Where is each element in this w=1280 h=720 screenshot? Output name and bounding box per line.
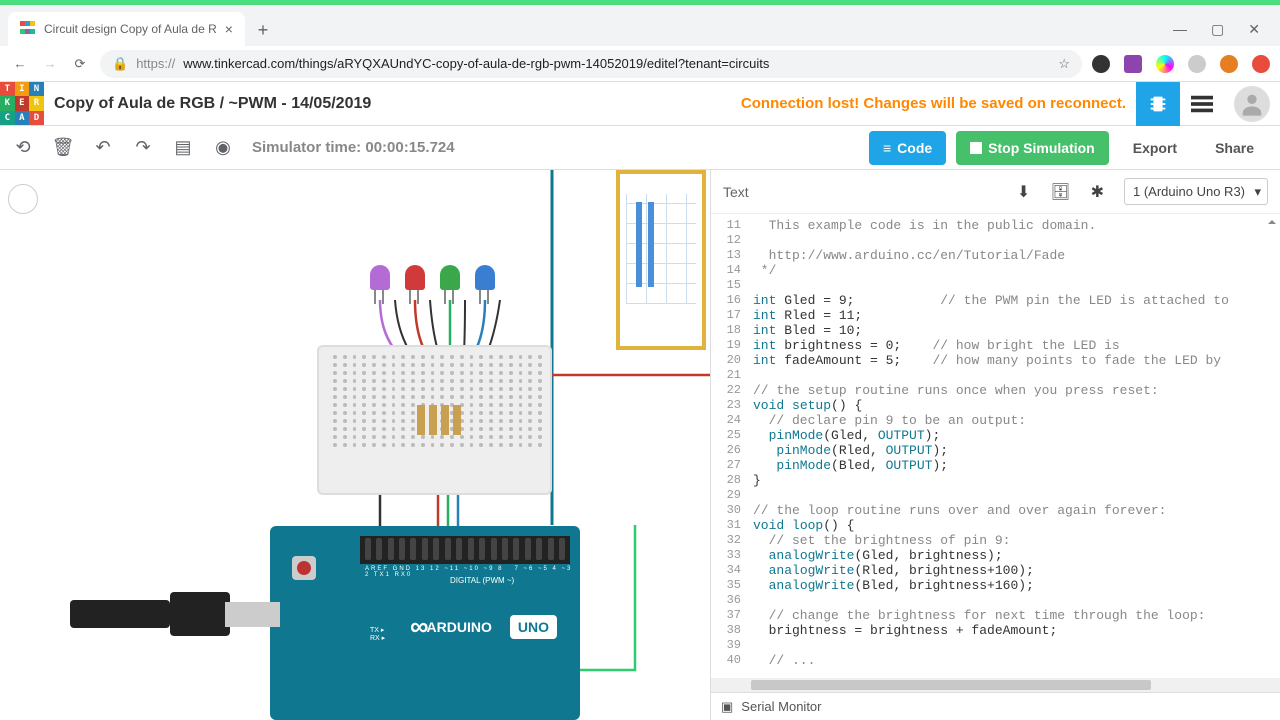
simulator-time: Simulator time: 00:00:15.724 [252, 139, 455, 156]
tab-close-icon[interactable]: × [225, 21, 233, 37]
profile-avatar-icon[interactable] [1220, 55, 1238, 73]
code-content[interactable]: This example code is in the public domai… [747, 214, 1280, 678]
arduino-uno-component[interactable]: AREF GND 13 12 ~11 ~10 ~9 8 7 ~6 ~5 4 ~3… [270, 526, 580, 720]
editor-hscrollbar[interactable] [711, 678, 1280, 692]
zoom-fit-button[interactable] [8, 184, 38, 214]
debugger-icon[interactable]: ✱ [1091, 182, 1104, 202]
code-button[interactable]: ≡ Code [869, 131, 946, 165]
tinkercad-logo-icon[interactable]: TIN KER CAD [0, 82, 44, 126]
lock-icon: 🔒 [112, 56, 128, 72]
chip-icon [1147, 93, 1169, 115]
usb-cable-component[interactable] [70, 592, 270, 636]
share-button[interactable]: Share [1201, 131, 1268, 165]
code-panel: Text ⬇ 🗄 ✱ 1 (Arduino Uno R3) 1112131415… [710, 170, 1280, 720]
editor-toolbar: ⟲ 🗑 ↶ ↷ ▤ ◉ Simulator time: 00:00:15.724… [0, 126, 1280, 170]
extension-icon[interactable] [1252, 55, 1270, 73]
led-component[interactable] [475, 265, 495, 290]
window-minimize-icon[interactable]: — [1173, 21, 1187, 37]
arduino-reset-button[interactable] [292, 556, 316, 580]
app-header: TIN KER CAD Copy of Aula de RGB / ~PWM -… [0, 82, 1280, 126]
extension-icon[interactable] [1124, 55, 1142, 73]
extension-icon[interactable] [1156, 55, 1174, 73]
list-view-button[interactable] [1180, 82, 1224, 126]
nav-forward-icon[interactable]: → [40, 54, 60, 74]
extension-icons [1092, 55, 1270, 73]
oscilloscope-component[interactable] [616, 170, 706, 350]
browser-tab-bar: Circuit design Copy of Aula de R × + — ▢… [0, 5, 1280, 46]
window-close-icon[interactable]: ✕ [1248, 21, 1260, 38]
circuit-canvas[interactable]: AREF GND 13 12 ~11 ~10 ~9 8 7 ~6 ~5 4 ~3… [0, 170, 710, 720]
resistor-component[interactable] [417, 405, 425, 435]
download-code-icon[interactable]: ⬇ [1017, 182, 1030, 202]
connection-warning: Connection lost! Changes will be saved o… [741, 95, 1126, 112]
new-tab-button[interactable]: + [249, 16, 277, 44]
redo-icon[interactable]: ↷ [132, 137, 154, 158]
breadboard-component[interactable] [317, 345, 552, 495]
user-avatar[interactable] [1234, 86, 1270, 122]
stop-icon [970, 142, 982, 154]
extension-icon[interactable] [1092, 55, 1110, 73]
code-panel-toolbar: Text ⬇ 🗄 ✱ 1 (Arduino Uno R3) [711, 170, 1280, 214]
notes-tool-icon[interactable]: ▤ [172, 137, 194, 158]
oscilloscope-screen [626, 194, 696, 304]
list-icon [1191, 95, 1213, 113]
components-panel-button[interactable] [1136, 82, 1180, 126]
arduino-logo: ∞ ARDUINO UNO [410, 611, 557, 642]
stop-simulation-button[interactable]: Stop Simulation [956, 131, 1109, 165]
led-component[interactable] [405, 265, 425, 290]
editor-vscrollbar[interactable] [1268, 216, 1280, 678]
window-maximize-icon[interactable]: ▢ [1211, 21, 1224, 38]
person-icon [1238, 90, 1266, 118]
led-component[interactable] [440, 265, 460, 290]
url-input[interactable]: 🔒 https://www.tinkercad.com/things/aRYQX… [100, 50, 1082, 78]
browser-address-bar: ← → ⟳ 🔒 https://www.tinkercad.com/things… [0, 46, 1280, 82]
line-number-gutter: 1112131415161718192021222324252627282930… [711, 214, 747, 678]
led-component[interactable] [370, 265, 390, 290]
export-button[interactable]: Export [1119, 131, 1191, 165]
design-title[interactable]: Copy of Aula de RGB / ~PWM - 14/05/2019 [54, 95, 371, 113]
serial-monitor-icon: ▣ [721, 699, 733, 715]
arduino-digital-header[interactable] [360, 536, 570, 564]
nav-reload-icon[interactable]: ⟳ [70, 54, 90, 74]
code-mode-select[interactable]: Text [723, 184, 749, 200]
nav-back-icon[interactable]: ← [10, 54, 30, 74]
extension-icon[interactable] [1188, 55, 1206, 73]
visibility-tool-icon[interactable]: ◉ [212, 137, 234, 158]
code-icon: ≡ [883, 140, 891, 156]
board-selector[interactable]: 1 (Arduino Uno R3) [1124, 178, 1268, 205]
libraries-icon[interactable]: 🗄 [1050, 182, 1070, 202]
tab-title: Circuit design Copy of Aula de R [44, 22, 217, 36]
tab-favicon-icon [20, 21, 36, 37]
code-editor[interactable]: 1112131415161718192021222324252627282930… [711, 214, 1280, 678]
bookmark-star-icon[interactable]: ☆ [1058, 56, 1070, 72]
scrollbar-thumb[interactable] [751, 680, 1151, 690]
browser-tab[interactable]: Circuit design Copy of Aula de R × [8, 12, 245, 46]
undo-icon[interactable]: ↶ [92, 137, 114, 158]
delete-tool-icon[interactable]: 🗑 [52, 137, 74, 158]
rotate-tool-icon[interactable]: ⟲ [12, 137, 34, 158]
serial-monitor-toggle[interactable]: ▣ Serial Monitor [711, 692, 1280, 720]
